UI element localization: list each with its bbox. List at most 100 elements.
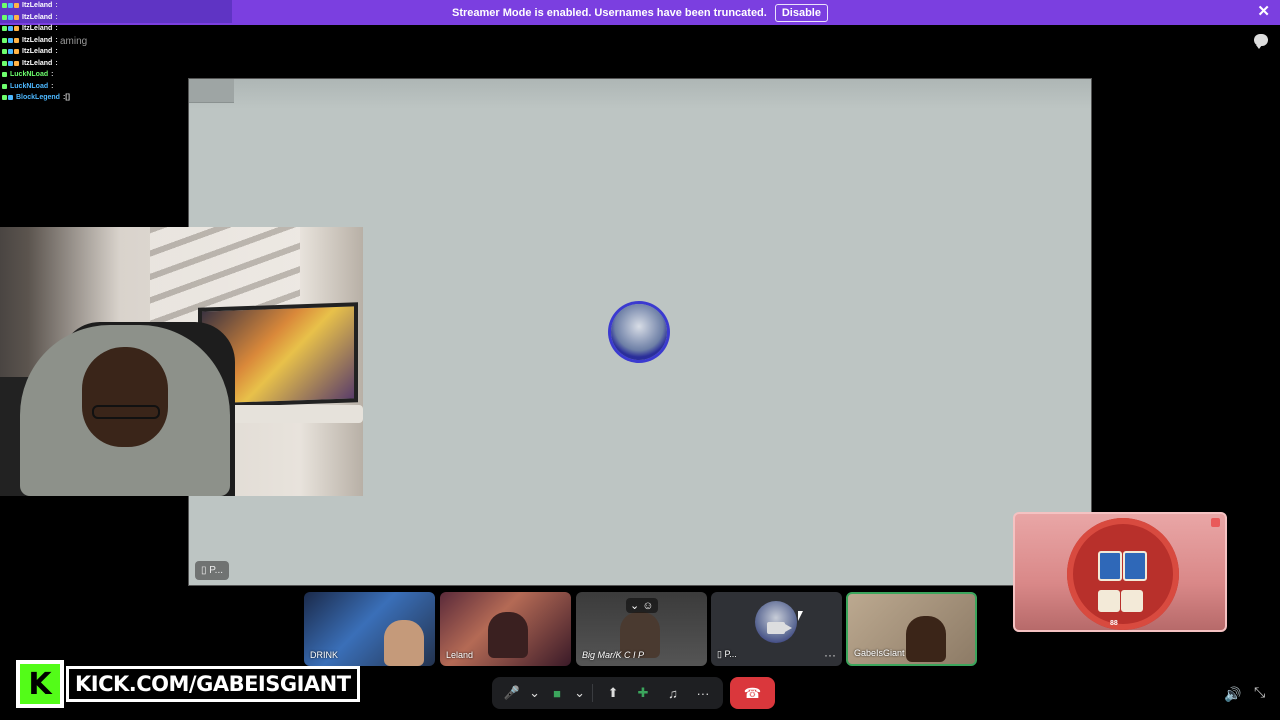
camera-off-icon	[767, 622, 792, 634]
badge-icon	[14, 3, 19, 9]
participant-video	[488, 612, 528, 658]
stage-user-tag: ▯ P...	[195, 561, 229, 580]
badge-icon	[8, 14, 13, 20]
chat-message: :	[55, 2, 58, 10]
chat-line: ItzLeland:	[0, 46, 232, 58]
chat-message: :	[55, 25, 58, 33]
chat-line: LuckNLoad:	[0, 69, 232, 81]
call-controls: 🎤 ⌄ ■ ⌄ ⬆ ✚ ♫ ···	[492, 677, 723, 709]
fullscreen-icon[interactable]: ⤡	[1254, 684, 1265, 701]
close-banner-icon[interactable]: ✕	[1257, 4, 1270, 19]
badge-icon	[2, 49, 7, 55]
chat-message: :	[55, 48, 58, 56]
microphone-icon[interactable]: 🎤	[498, 679, 526, 707]
activities-icon[interactable]: ✚	[629, 679, 657, 707]
participant-name: DRINK	[310, 650, 339, 660]
participant-tile[interactable]: ⌄ ☺ Big Mar/K C I P	[576, 592, 707, 666]
badge-icon	[2, 3, 7, 9]
badge-icon	[8, 26, 13, 32]
badge-icon	[8, 60, 13, 66]
game-overlay[interactable]: 88	[1013, 512, 1227, 632]
participant-video	[384, 620, 424, 666]
screenshare-icon[interactable]: ⬆	[599, 679, 627, 707]
chat-message: :	[51, 82, 54, 90]
chat-line: BlockLegend:[]	[0, 92, 232, 104]
chat-message: :	[55, 13, 58, 21]
chat-line: ItzLeland:	[0, 23, 232, 35]
camera-options-chevron-icon[interactable]: ⌄	[573, 679, 586, 707]
chat-line: LuckNLoad:	[0, 81, 232, 93]
streamer-mode-message: Streamer Mode is enabled. Usernames have…	[452, 6, 767, 19]
stage-user-name: P...	[209, 565, 223, 576]
disable-streamer-mode-button[interactable]: Disable	[774, 3, 828, 22]
close-game-icon[interactable]	[1211, 518, 1220, 527]
participant-name: ▯ P...	[717, 649, 737, 660]
badge-icon	[2, 26, 7, 32]
participant-tile[interactable]: DRINK	[304, 592, 435, 666]
webcam-glasses	[92, 405, 160, 419]
speaker-avatar[interactable]	[611, 304, 667, 360]
badge-icon	[2, 72, 7, 78]
streamer-webcam	[0, 227, 363, 496]
more-options-icon[interactable]: ···	[824, 648, 836, 662]
badge-icon	[8, 37, 13, 43]
mic-options-chevron-icon[interactable]: ⌄	[528, 679, 541, 707]
chat-username: LuckNLoad	[10, 82, 49, 90]
badge-icon	[14, 60, 19, 66]
participant-name: GabeIsGiant	[854, 648, 905, 658]
activity-badge-icon: ⌄ ☺	[626, 598, 658, 613]
badge-icon	[8, 3, 13, 9]
badge-icon	[2, 14, 7, 20]
badge-icon	[8, 95, 13, 101]
chat-message: :	[51, 71, 54, 79]
badge-icon	[2, 95, 7, 101]
chat-line: ItzLeland:	[0, 0, 232, 12]
kick-banner: K KICK.COM/GABEISGIANT	[16, 660, 360, 708]
participant-name-text: P...	[724, 649, 737, 659]
game-card[interactable]	[1098, 590, 1120, 612]
mouse-cursor-icon	[798, 611, 803, 621]
badge-icon	[2, 60, 7, 66]
chat-username: ItzLeland	[22, 36, 53, 44]
chat-username: LuckNLoad	[10, 71, 49, 79]
camera-icon[interactable]: ■	[543, 679, 571, 707]
more-options-icon[interactable]: ···	[689, 679, 717, 707]
participant-name: Big Mar/K C I P	[582, 650, 645, 660]
participant-tile[interactable]: ▯ P... ···	[711, 592, 842, 666]
kick-url: KICK.COM/GABEISGIANT	[66, 666, 360, 702]
chat-username: BlockLegend	[16, 94, 60, 102]
participant-tile[interactable]: Leland	[440, 592, 571, 666]
chat-line: ItzLeland:	[0, 35, 232, 47]
game-card[interactable]	[1123, 551, 1147, 581]
chat-overlay: ItzLeland: ItzLeland: ItzLeland: ItzLela…	[0, 0, 232, 104]
kick-logo-icon: K	[16, 660, 64, 708]
soundboard-icon[interactable]: ♫	[659, 679, 687, 707]
webcam-face	[82, 347, 168, 447]
badge-icon	[14, 14, 19, 20]
volume-icon[interactable]: 🔊	[1224, 686, 1241, 703]
badge-icon	[14, 49, 19, 55]
chat-username: ItzLeland	[22, 2, 53, 10]
badge-icon	[2, 83, 7, 89]
chat-username: ItzLeland	[22, 48, 53, 56]
chat-message: :[]	[62, 94, 70, 102]
participant-name: Leland	[446, 650, 474, 660]
chat-username: ItzLeland	[22, 59, 53, 67]
badge-icon	[8, 49, 13, 55]
participant-tile[interactable]: GabeIsGiant	[846, 592, 977, 666]
chat-message: :	[55, 36, 58, 44]
game-card[interactable]	[1098, 551, 1122, 581]
chat-bubble-icon[interactable]	[1254, 34, 1268, 49]
hang-up-icon: ☎	[743, 684, 762, 701]
leave-call-button[interactable]: ☎	[730, 677, 775, 709]
chat-username: ItzLeland	[22, 25, 53, 33]
game-card[interactable]	[1121, 590, 1143, 612]
badge-icon	[14, 37, 19, 43]
badge-icon	[2, 37, 7, 43]
chat-username: ItzLeland	[22, 13, 53, 21]
badge-icon	[14, 26, 19, 32]
divider	[592, 684, 594, 702]
game-counter: 88	[1110, 620, 1118, 627]
chat-line: ItzLeland:	[0, 58, 232, 70]
chat-message: :	[55, 59, 58, 67]
